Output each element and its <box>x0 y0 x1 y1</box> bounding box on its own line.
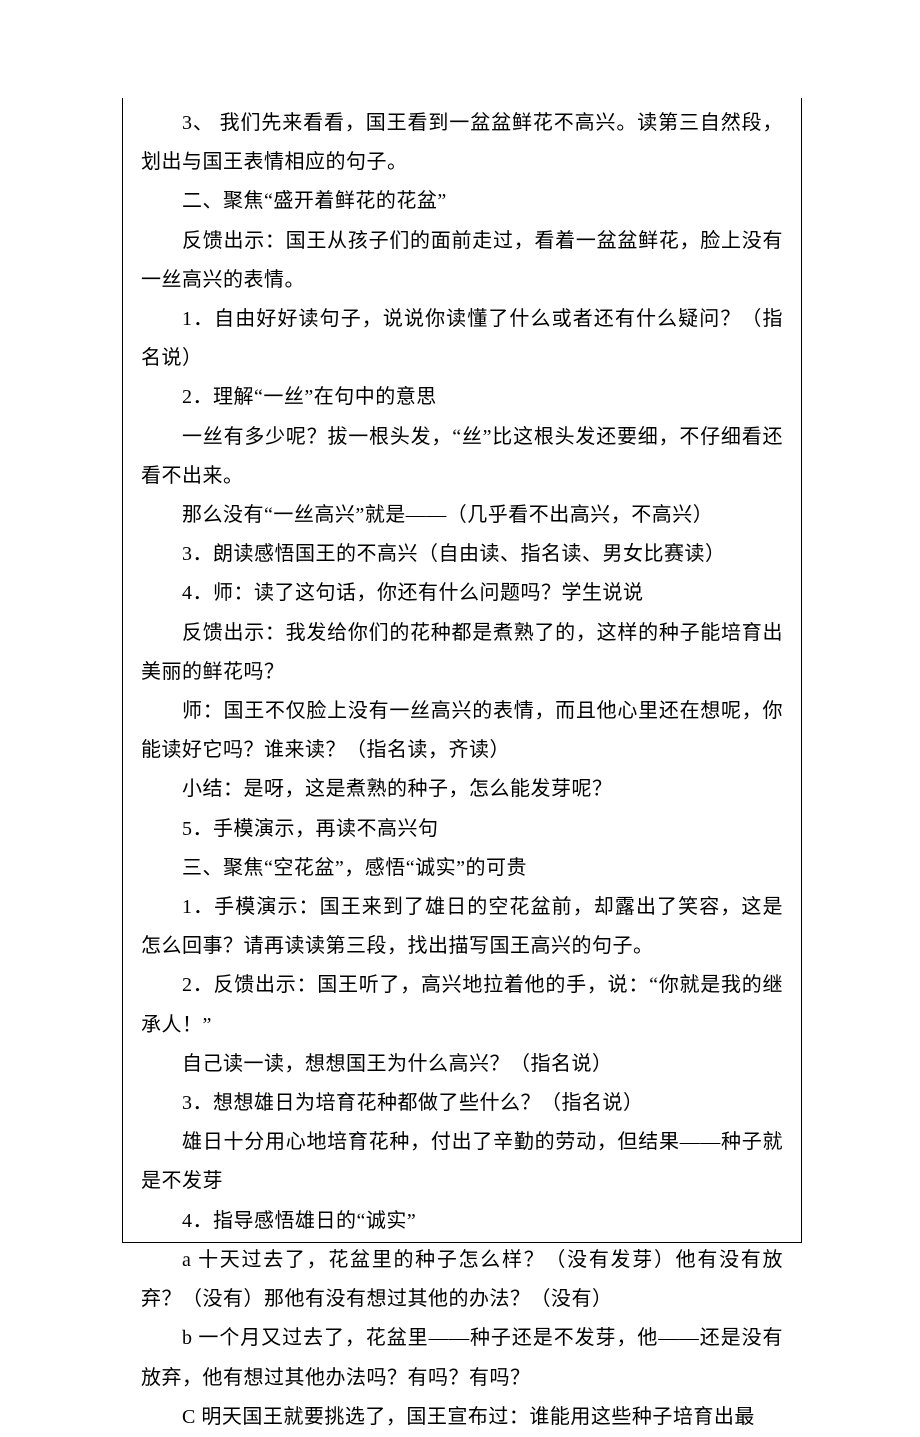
page: 3、 我们先来看看，国王看到一盆盆鲜花不高兴。读第三自然段，划出与国王表情相应的… <box>0 0 920 1302</box>
paragraph: C 明天国王就要挑选了，国王宣布过：谁能用这些种子培育出最 <box>141 1398 783 1437</box>
paragraph: 1．自由好好读句子，说说你读懂了什么或者还有什么疑问？（指名说） <box>141 300 783 378</box>
paragraph: 那么没有“一丝高兴”就是——（几乎看不出高兴，不高兴） <box>141 496 783 535</box>
paragraph: 小结：是呀，这是煮熟的种子，怎么能发芽呢？ <box>141 770 783 809</box>
paragraph: 反馈出示：国王从孩子们的面前走过，看着一盆盆鲜花，脸上没有一丝高兴的表情。 <box>141 222 783 300</box>
paragraph: 2．反馈出示：国王听了，高兴地拉着他的手，说：“你就是我的继承人！” <box>141 966 783 1044</box>
paragraph: 三、聚焦“空花盆”，感悟“诚实”的可贵 <box>141 849 783 888</box>
paragraph: 师：国王不仅脸上没有一丝高兴的表情，而且他心里还在想呢，你能读好它吗？谁来读？（… <box>141 692 783 770</box>
paragraph: 二、聚焦“盛开着鲜花的花盆” <box>141 182 783 221</box>
paragraph: a 十天过去了，花盆里的种子怎么样？（没有发芽）他有没有放弃？（没有）那他有没有… <box>141 1241 783 1319</box>
content-box: 3、 我们先来看看，国王看到一盆盆鲜花不高兴。读第三自然段，划出与国王表情相应的… <box>122 98 802 1243</box>
paragraph: 3、 我们先来看看，国王看到一盆盆鲜花不高兴。读第三自然段，划出与国王表情相应的… <box>141 104 783 182</box>
paragraph: 5．手模演示，再读不高兴句 <box>141 810 783 849</box>
paragraph: 4．师：读了这句话，你还有什么问题吗？学生说说 <box>141 574 783 613</box>
paragraph: 3．朗读感悟国王的不高兴（自由读、指名读、男女比赛读） <box>141 535 783 574</box>
paragraph: b 一个月又过去了，花盆里——种子还是不发芽，他——还是没有放弃，他有想过其他办… <box>141 1319 783 1397</box>
paragraph: 雄日十分用心地培育花种，付出了辛勤的劳动，但结果——种子就是不发芽 <box>141 1123 783 1201</box>
paragraph: 4．指导感悟雄日的“诚实” <box>141 1202 783 1241</box>
paragraph: 2．理解“一丝”在句中的意思 <box>141 378 783 417</box>
paragraph: 1．手模演示：国王来到了雄日的空花盆前，却露出了笑容，这是怎么回事？请再读读第三… <box>141 888 783 966</box>
paragraph: 一丝有多少呢？拔一根头发，“丝”比这根头发还要细，不仔细看还看不出来。 <box>141 418 783 496</box>
paragraph: 反馈出示：我发给你们的花种都是煮熟了的，这样的种子能培育出美丽的鲜花吗？ <box>141 614 783 692</box>
paragraph: 3．想想雄日为培育花种都做了些什么？（指名说） <box>141 1084 783 1123</box>
paragraph: 自己读一读，想想国王为什么高兴？（指名说） <box>141 1045 783 1084</box>
